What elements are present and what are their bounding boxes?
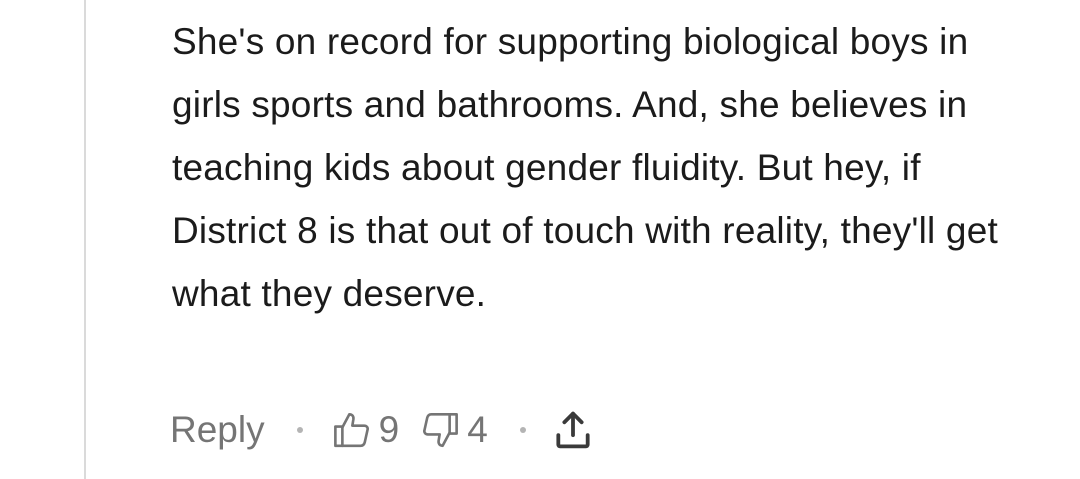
dislike-button[interactable]: 4 — [419, 409, 488, 451]
separator-dot — [519, 427, 526, 433]
comment-container: She's on record for supporting biologica… — [0, 0, 1080, 479]
share-icon — [554, 409, 592, 451]
separator-dot — [296, 427, 303, 433]
comment-actions: Reply 9 4 — [170, 400, 592, 460]
reply-button[interactable]: Reply — [170, 409, 265, 451]
thumbs-up-icon — [331, 409, 373, 451]
like-button[interactable]: 9 — [331, 409, 400, 451]
share-button[interactable] — [554, 409, 592, 451]
thread-line — [84, 0, 86, 479]
like-count: 9 — [378, 409, 400, 450]
comment-text: She's on record for supporting biologica… — [172, 21, 998, 314]
thumbs-down-icon — [419, 409, 461, 451]
dislike-count: 4 — [467, 409, 488, 450]
